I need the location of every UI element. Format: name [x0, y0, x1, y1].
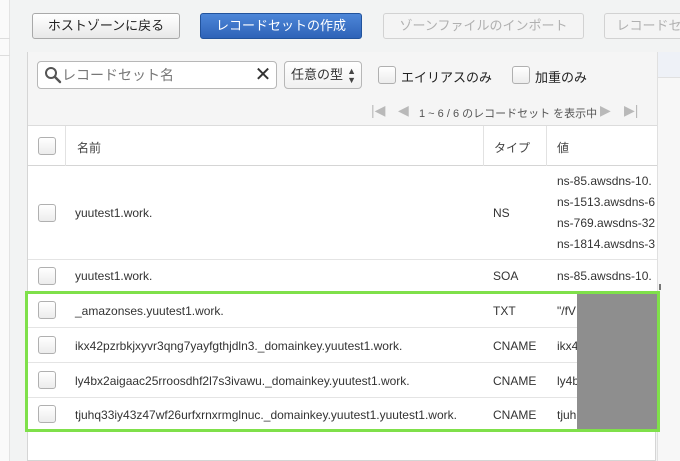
- row-checkbox[interactable]: [38, 336, 56, 354]
- column-separator: [483, 126, 484, 166]
- last-page-icon[interactable]: ▶|: [624, 102, 638, 118]
- record-value-line: ns-85.awsdns-10.: [557, 269, 652, 283]
- record-name: tjuhq33iy43z47wf26urfxrnxrmglnuc._domain…: [75, 408, 457, 422]
- table-row[interactable]: ly4bx2aigaac25rroosdhf2l7s3ivawu._domain…: [28, 363, 657, 398]
- record-value-line: ns-85.awsdns-10.: [557, 174, 652, 188]
- record-value: ns-85.awsdns-10.: [557, 260, 657, 293]
- record-type: SOA: [493, 269, 519, 283]
- record-type: NS: [493, 206, 510, 220]
- left-strip: [0, 0, 10, 461]
- details-pane-edge: [657, 52, 680, 461]
- record-set-action-button[interactable]: レコードセ: [604, 13, 680, 39]
- record-type-select[interactable]: 任意の型 ▲ ▼: [284, 61, 362, 89]
- filter-bar: ✕ 任意の型 ▲▼ エイリアスのみ 加重のみ |◀ ◀ 1 ~ 6 / 6 のレ…: [28, 52, 657, 126]
- record-type-select-value: 任意の型: [291, 67, 344, 82]
- search-icon: [45, 67, 62, 84]
- column-header-value[interactable]: 値: [557, 139, 569, 156]
- record-value-line: ikx4: [557, 339, 579, 353]
- record-value-line: ns-1814.awsdns-3: [557, 237, 656, 251]
- left-strip-marker: [0, 38, 10, 56]
- record-type: CNAME: [493, 374, 537, 388]
- record-value-line: ns-769.awsdns-32: [557, 216, 656, 230]
- record-name: yuutest1.work.: [75, 269, 153, 283]
- row-checkbox[interactable]: [38, 204, 56, 222]
- row-checkbox[interactable]: [38, 371, 56, 389]
- record-type: TXT: [493, 304, 516, 318]
- row-checkbox[interactable]: [38, 405, 56, 423]
- record-value-line: ns-1513.awsdns-6: [557, 195, 656, 209]
- record-value: ns-85.awsdns-10. ns-1513.awsdns-6 ns-769…: [557, 166, 657, 260]
- alias-only-label: エイリアスのみ: [401, 70, 493, 85]
- column-separator: [546, 126, 547, 166]
- details-pane-header: [658, 52, 680, 78]
- search-box[interactable]: ✕: [37, 61, 277, 89]
- create-record-set-button[interactable]: レコードセットの作成: [200, 13, 362, 39]
- alias-only-checkbox[interactable]: [378, 66, 396, 84]
- pagination-text: 1 ~ 6 / 6 のレコードセット を表示中: [419, 108, 598, 120]
- record-value-line: tjuh: [557, 408, 577, 422]
- record-name: yuutest1.work.: [75, 206, 153, 220]
- table-row[interactable]: yuutest1.work. SOA ns-85.awsdns-10.: [28, 260, 657, 293]
- record-name: ly4bx2aigaac25rroosdhf2l7s3ivawu._domain…: [75, 374, 410, 388]
- select-all-checkbox[interactable]: [38, 137, 56, 155]
- weighted-only-checkbox[interactable]: [512, 66, 530, 84]
- weighted-only-label: 加重のみ: [535, 70, 588, 85]
- record-type: CNAME: [493, 408, 537, 422]
- row-checkbox[interactable]: [38, 301, 56, 319]
- previous-page-icon[interactable]: ◀: [398, 102, 409, 118]
- row-checkbox[interactable]: [38, 267, 56, 285]
- table-row[interactable]: _amazonses.yuutest1.work. TXT "/fV: [28, 293, 657, 328]
- clear-search-icon[interactable]: ✕: [254, 65, 272, 85]
- column-header-type[interactable]: タイプ: [494, 139, 530, 156]
- back-to-hosted-zones-button[interactable]: ホストゾーンに戻る: [32, 13, 180, 39]
- record-type: CNAME: [493, 339, 537, 353]
- record-name: _amazonses.yuutest1.work.: [75, 304, 224, 318]
- pane-resize-handle[interactable]: [659, 284, 663, 290]
- table-header: 名前 タイプ 値: [28, 126, 657, 166]
- record-value-line: "/fV: [557, 304, 576, 318]
- record-sets-panel: ✕ 任意の型 ▲▼ エイリアスのみ 加重のみ |◀ ◀ 1 ~ 6 / 6 のレ…: [27, 52, 657, 461]
- table-row[interactable]: ikx42pzrbkjxyvr3qng7yayfgthjdln3._domain…: [28, 328, 657, 363]
- table-row[interactable]: yuutest1.work. NS ns-85.awsdns-10. ns-15…: [28, 166, 657, 260]
- import-zone-file-button[interactable]: ゾーンファイルのインポート: [383, 13, 584, 39]
- record-name: ikx42pzrbkjxyvr3qng7yayfgthjdln3._domain…: [75, 339, 403, 353]
- search-input[interactable]: [62, 64, 252, 86]
- first-page-icon[interactable]: |◀: [371, 102, 385, 118]
- redaction-block: [577, 294, 657, 429]
- column-header-name[interactable]: 名前: [77, 139, 101, 156]
- table-row[interactable]: tjuhq33iy43z47wf26urfxrnxrmglnuc._domain…: [28, 398, 657, 430]
- record-value-line: ly4b: [557, 374, 580, 388]
- column-separator: [65, 126, 66, 166]
- select-arrows-icon: ▲ ▼: [347, 66, 356, 85]
- next-page-icon[interactable]: ▶: [600, 102, 611, 118]
